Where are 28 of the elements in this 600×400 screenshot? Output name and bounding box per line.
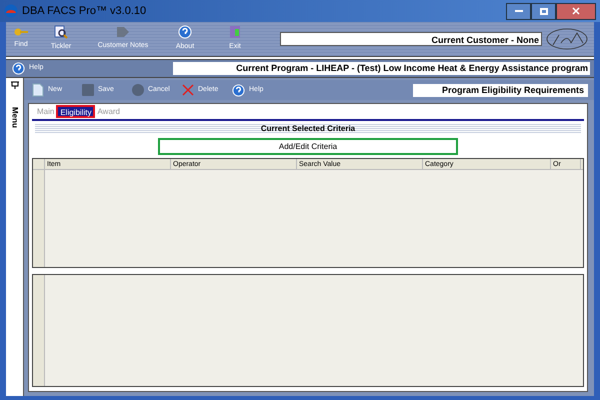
document-icon	[32, 83, 44, 97]
key-icon	[14, 27, 28, 38]
magnifier-icon	[54, 25, 68, 40]
arrow-icon	[116, 26, 130, 38]
maximize-button[interactable]	[531, 2, 556, 20]
tab[interactable]: Main	[35, 105, 56, 118]
window-title: DBA FACS Pro™ v3.0.10	[22, 4, 146, 19]
help-icon	[12, 62, 25, 75]
door-icon	[229, 25, 241, 40]
pin-icon	[10, 81, 18, 89]
menu-label: Menu	[10, 107, 20, 128]
close-button[interactable]	[556, 2, 596, 20]
current-program-label: Current Program - LIHEAP - (Test) Low Income Heat & Energy Assistance program	[173, 62, 590, 75]
section-title: Program Eligibility Requirements	[413, 84, 588, 96]
help-icon	[178, 25, 192, 40]
current-customer-field: Current Customer - None	[280, 32, 542, 46]
circle-icon	[132, 84, 144, 96]
tab[interactable]: Award	[95, 105, 122, 118]
help-icon	[232, 84, 245, 96]
criteria-title: Current Selected Criteria	[35, 123, 581, 134]
minimize-button[interactable]	[506, 2, 531, 20]
close-icon	[572, 7, 580, 15]
app-icon	[4, 4, 18, 18]
add-edit-criteria-button[interactable]: Add/Edit Criteria	[158, 138, 458, 155]
tab[interactable]: Eligibility	[56, 105, 96, 118]
side-menu[interactable]: Menu	[6, 78, 24, 396]
square-icon	[82, 84, 94, 96]
close-icon	[182, 84, 194, 96]
